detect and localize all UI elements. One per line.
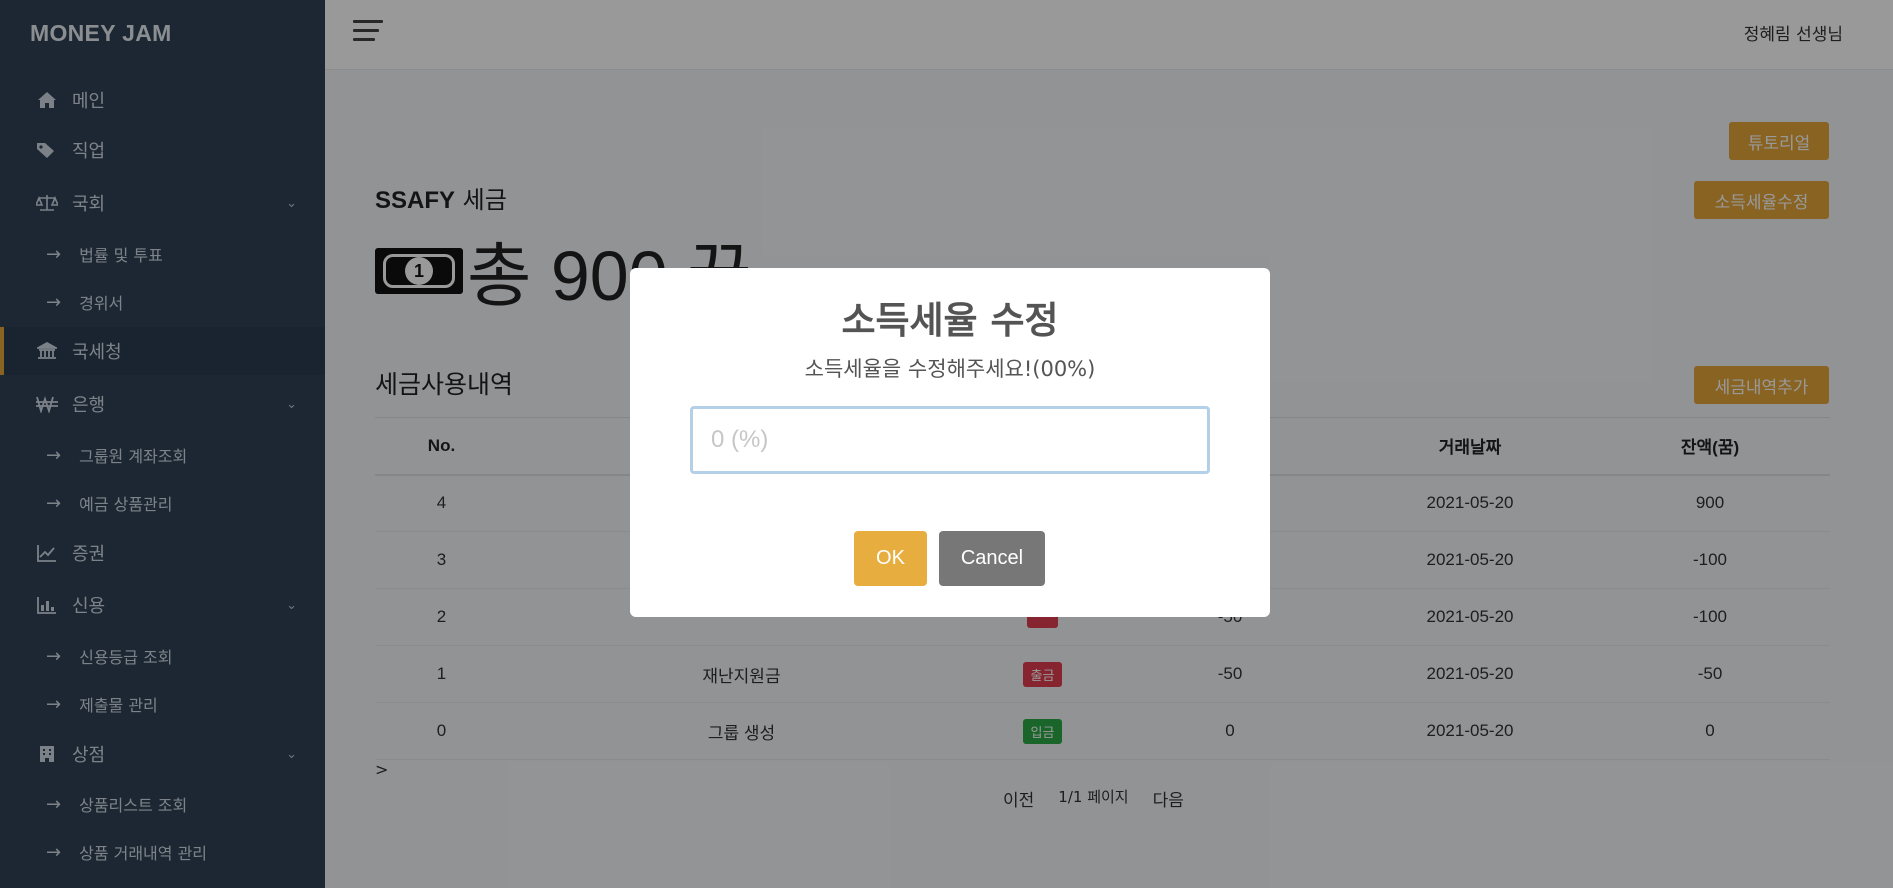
income-tax-modal: 소득세율 수정 소득세율을 수정해주세요!(00%) OK Cancel [630, 268, 1270, 617]
modal-title: 소득세율 수정 [841, 299, 1059, 342]
tax-rate-input[interactable] [690, 406, 1210, 474]
modal-text: 소득세율을 수정해주세요!(00%) [804, 357, 1096, 381]
cancel-button[interactable]: Cancel [939, 531, 1045, 586]
ok-button[interactable]: OK [854, 531, 927, 586]
